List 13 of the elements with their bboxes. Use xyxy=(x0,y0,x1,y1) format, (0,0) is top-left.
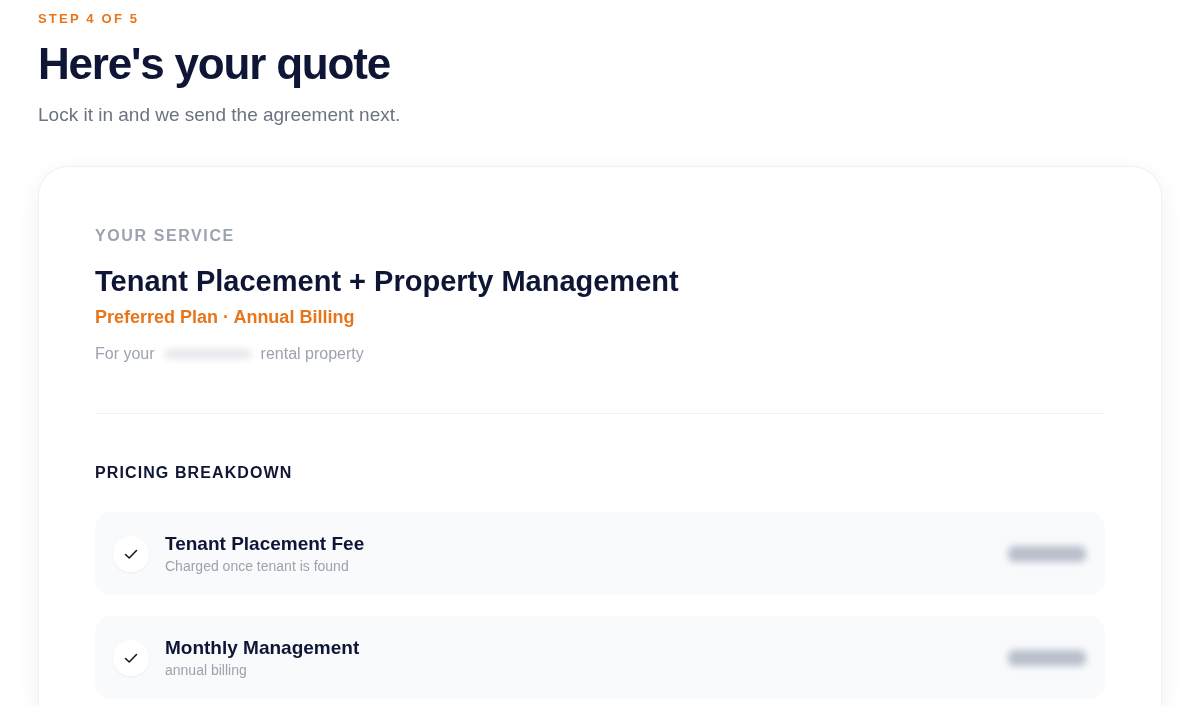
location-text: rental property xyxy=(260,344,364,364)
section-heading: PRICING BREAKDOWN xyxy=(95,463,294,483)
section-label: YOUR SERVICE xyxy=(95,226,236,246)
location-text: For your xyxy=(95,344,155,364)
item-note: Charged once tenant is found xyxy=(165,557,350,575)
service-name: Tenant Placement + Property Management xyxy=(95,264,680,299)
item-title: Tenant Placement Fee xyxy=(165,532,366,556)
item-note: annual billing xyxy=(165,661,248,679)
item-title: Monthly Management xyxy=(165,636,361,660)
page-subtitle: Lock it in and we send the agreement next. xyxy=(38,103,402,127)
plan-text: Preferred Plan · Annual Billing xyxy=(95,306,356,329)
step-label: STEP 4 OF 5 xyxy=(38,11,141,27)
page-title: Here's your quote xyxy=(38,38,391,90)
